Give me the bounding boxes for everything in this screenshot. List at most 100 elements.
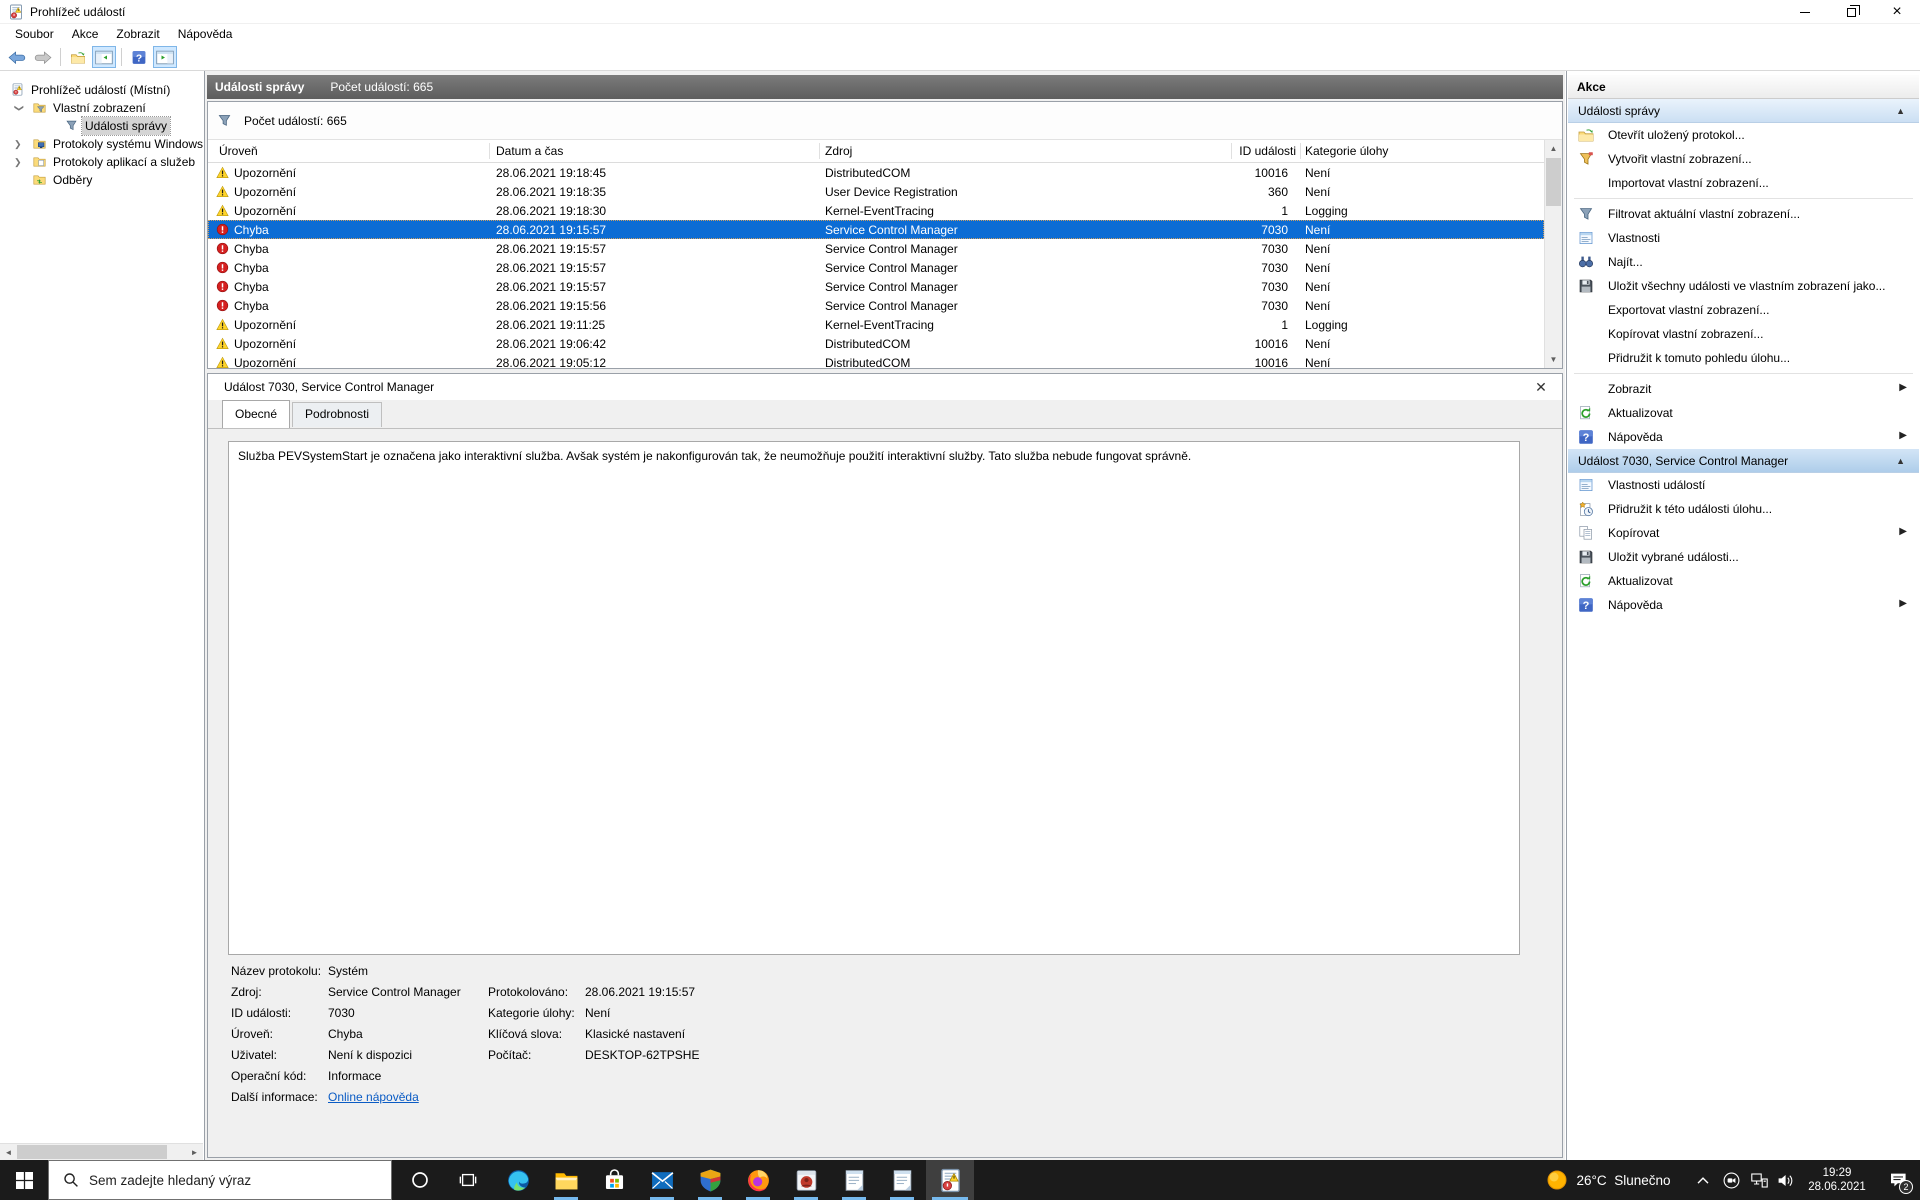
action-ulo-it-v-echny-ud-losti-ve-vlastn-m-zobrazen-jako[interactable]: Uložit všechny události ve vlastním zobr… xyxy=(1568,274,1919,298)
tree-item-ud-losti-spr-vy[interactable]: Události správy xyxy=(0,117,204,135)
weather-widget[interactable]: 26°C Slunečno xyxy=(1532,1160,1684,1200)
column-header-3[interactable]: Zdroj xyxy=(825,144,852,158)
tree-horizontal-scrollbar[interactable]: ◄ ► xyxy=(0,1143,203,1160)
tree-item-vlastn-zobrazen-[interactable]: ❯Vlastní zobrazení xyxy=(0,99,204,117)
event-row[interactable]: Chyba28.06.2021 19:15:57Service Control … xyxy=(208,220,1544,239)
tab-podrobnosti[interactable]: Podrobnosti xyxy=(292,402,382,427)
close-button[interactable]: × xyxy=(1874,0,1920,24)
action-importovat-vlastn-zobrazen[interactable]: Importovat vlastní zobrazení... xyxy=(1568,171,1919,195)
taskbar-app-firefox[interactable] xyxy=(734,1160,782,1200)
event-row[interactable]: Upozornění28.06.2021 19:06:42Distributed… xyxy=(208,334,1544,353)
action-n-pov-da[interactable]: ?Nápověda▶ xyxy=(1568,593,1919,617)
column-divider[interactable] xyxy=(1231,143,1232,159)
tree-item-odb-ry[interactable]: Odběry xyxy=(0,171,204,189)
column-header-1[interactable]: Úroveň xyxy=(219,144,258,158)
event-row[interactable]: Chyba28.06.2021 19:15:56Service Control … xyxy=(208,296,1544,315)
tree-item-prohl-e-ud-lost-m-stn-[interactable]: Prohlížeč událostí (Místní) xyxy=(0,81,204,99)
taskbar-app-notepad[interactable] xyxy=(830,1160,878,1200)
taskbar-app-notepad-2[interactable] xyxy=(878,1160,926,1200)
event-row[interactable]: Chyba28.06.2021 19:15:57Service Control … xyxy=(208,277,1544,296)
action-p-idru-it-k-t-to-ud-losti-lohu[interactable]: Přidružit k této události úlohu... xyxy=(1568,497,1919,521)
column-header-2[interactable]: Datum a čas xyxy=(496,144,563,158)
action-otev-t-ulo-en-protokol[interactable]: Otevřít uložený protokol... xyxy=(1568,123,1919,147)
event-row[interactable]: Upozornění28.06.2021 19:18:45Distributed… xyxy=(208,163,1544,182)
forward-button[interactable] xyxy=(31,46,55,68)
scroll-right-arrow-icon[interactable]: ► xyxy=(186,1144,203,1161)
notification-center-button[interactable]: 2 xyxy=(1876,1160,1920,1200)
actions-section-header[interactable]: Událost 7030, Service Control Manager▲ xyxy=(1568,449,1919,473)
actions-section-header[interactable]: Události správy▲ xyxy=(1568,99,1919,123)
menu-soubor[interactable]: Soubor xyxy=(6,25,63,43)
taskbar-app-security-app[interactable] xyxy=(686,1160,734,1200)
task-view-button[interactable] xyxy=(446,1160,490,1200)
clock[interactable]: 19:29 28.06.2021 xyxy=(1800,1160,1874,1200)
action-zobrazit[interactable]: Zobrazit▶ xyxy=(1568,377,1919,401)
scroll-up-arrow-icon[interactable]: ▲ xyxy=(1545,140,1562,157)
cortana-button[interactable] xyxy=(398,1160,442,1200)
event-row[interactable]: Upozornění28.06.2021 19:05:12Distributed… xyxy=(208,353,1544,368)
action-vlastnosti[interactable]: Vlastnosti xyxy=(1568,226,1919,250)
taskbar-search[interactable] xyxy=(48,1160,392,1200)
scroll-down-arrow-icon[interactable]: ▼ xyxy=(1545,351,1562,368)
menu-akce[interactable]: Akce xyxy=(63,25,108,43)
volume-button[interactable] xyxy=(1772,1160,1798,1200)
menu-zobrazit[interactable]: Zobrazit xyxy=(107,25,168,43)
show-action-pane-button[interactable] xyxy=(153,46,177,68)
action-vlastnosti-ud-lost[interactable]: Vlastnosti událostí xyxy=(1568,473,1919,497)
details-close-icon[interactable]: ✕ xyxy=(1532,378,1550,396)
show-console-tree-button[interactable] xyxy=(92,46,116,68)
search-input[interactable] xyxy=(89,1173,369,1188)
action-kop-rovat-vlastn-zobrazen[interactable]: Kopírovat vlastní zobrazení... xyxy=(1568,322,1919,346)
collapse-arrow-icon[interactable]: ▲ xyxy=(1896,106,1905,116)
action-naj-t[interactable]: Najít... xyxy=(1568,250,1919,274)
action-p-idru-it-k-tomuto-pohledu-lohu[interactable]: Přidružit k tomuto pohledu úlohu... xyxy=(1568,346,1919,370)
event-row[interactable]: Chyba28.06.2021 19:15:57Service Control … xyxy=(208,239,1544,258)
action-filtrovat-aktu-ln-vlastn-zobrazen[interactable]: Filtrovat aktuální vlastní zobrazení... xyxy=(1568,202,1919,226)
action-kop-rovat[interactable]: Kopírovat▶ xyxy=(1568,521,1919,545)
tree-expander-icon[interactable]: ❯ xyxy=(10,104,28,114)
taskbar-app-edge[interactable] xyxy=(494,1160,542,1200)
taskbar-app-scanner-app[interactable] xyxy=(782,1160,830,1200)
action-ulo-it-vybran-ud-losti[interactable]: Uložit vybrané události... xyxy=(1568,545,1919,569)
online-help-link[interactable]: Online nápověda xyxy=(328,1090,419,1104)
action-vytvo-it-vlastn-zobrazen[interactable]: Vytvořit vlastní zobrazení... xyxy=(1568,147,1919,171)
scroll-thumb[interactable] xyxy=(1546,158,1561,206)
meet-now-button[interactable] xyxy=(1718,1160,1744,1200)
collapse-arrow-icon[interactable]: ▲ xyxy=(1896,456,1905,466)
tree-expander-icon[interactable]: ❯ xyxy=(14,153,24,171)
action-n-pov-da[interactable]: ?Nápověda▶ xyxy=(1568,425,1919,449)
column-header-5[interactable]: Kategorie úlohy xyxy=(1305,144,1388,158)
event-row[interactable]: Chyba28.06.2021 19:15:57Service Control … xyxy=(208,258,1544,277)
event-row[interactable]: Upozornění28.06.2021 19:18:35User Device… xyxy=(208,182,1544,201)
menu-nápověda[interactable]: Nápověda xyxy=(169,25,242,43)
tray-overflow-button[interactable] xyxy=(1690,1160,1716,1200)
column-divider[interactable] xyxy=(489,143,490,159)
tree-item-protokoly-aplikac-a-slu-eb[interactable]: ❯Protokoly aplikací a služeb xyxy=(0,153,204,171)
restore-button[interactable] xyxy=(1828,0,1874,24)
tree-item-protokoly-syst-mu-windows[interactable]: ❯Protokoly systému Windows xyxy=(0,135,204,153)
taskbar-app-mail[interactable] xyxy=(638,1160,686,1200)
back-button[interactable] xyxy=(5,46,29,68)
taskbar-app-file-explorer[interactable] xyxy=(542,1160,590,1200)
scroll-thumb[interactable] xyxy=(17,1145,167,1159)
event-row[interactable]: Upozornění28.06.2021 19:18:30Kernel-Even… xyxy=(208,201,1544,220)
action-aktualizovat[interactable]: Aktualizovat xyxy=(1568,569,1919,593)
column-divider[interactable] xyxy=(1300,143,1301,159)
tree-expander-icon[interactable]: ❯ xyxy=(14,135,24,153)
taskbar-app-event-viewer[interactable] xyxy=(926,1160,974,1200)
action-exportovat-vlastn-zobrazen[interactable]: Exportovat vlastní zobrazení... xyxy=(1568,298,1919,322)
start-button[interactable] xyxy=(0,1160,48,1200)
taskbar-app-microsoft-store[interactable] xyxy=(590,1160,638,1200)
scroll-left-arrow-icon[interactable]: ◄ xyxy=(0,1144,17,1161)
event-row[interactable]: Upozornění28.06.2021 19:11:25Kernel-Even… xyxy=(208,315,1544,334)
column-header-4[interactable]: ID události xyxy=(1158,144,1296,158)
tab-obecné[interactable]: Obecné xyxy=(222,400,290,428)
open-saved-log-button[interactable] xyxy=(66,46,90,68)
column-divider[interactable] xyxy=(819,143,820,159)
filter-row[interactable]: Počet událostí: 665 xyxy=(208,102,1562,140)
minimize-button[interactable] xyxy=(1782,0,1828,24)
action-aktualizovat[interactable]: Aktualizovat xyxy=(1568,401,1919,425)
list-vertical-scrollbar[interactable]: ▲ ▼ xyxy=(1544,140,1562,368)
help-button[interactable]: ? xyxy=(127,46,151,68)
network-button[interactable] xyxy=(1746,1160,1772,1200)
